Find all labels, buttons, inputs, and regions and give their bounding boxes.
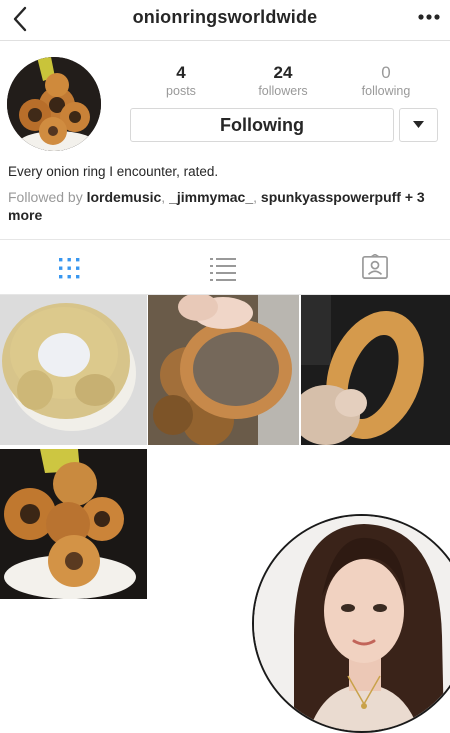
post-image <box>148 295 299 445</box>
grid-icon[interactable] <box>56 255 84 281</box>
following-label: following <box>361 84 411 98</box>
avatar-onion-rings-photo <box>7 57 101 151</box>
following-button[interactable]: Following <box>130 108 394 142</box>
stat-following[interactable]: 0 following <box>341 63 431 98</box>
followed-by-user[interactable]: spunkyasspowerpuff <box>261 189 401 205</box>
profile-bio: Every onion ring I encounter, rated. <box>8 164 219 179</box>
followed-by-user[interactable]: _jimmymac_ <box>169 189 253 205</box>
followed-by-user[interactable]: lordemusic <box>87 189 162 205</box>
posts-count: 4 <box>176 63 186 82</box>
post-thumbnail[interactable] <box>301 295 450 445</box>
followers-count: 24 <box>273 63 293 82</box>
followed-by[interactable]: Followed by lordemusic, _jimmymac_, spun… <box>8 188 428 224</box>
post-image <box>301 295 450 445</box>
followed-by-prefix: Followed by <box>8 189 83 205</box>
tagged-icon[interactable] <box>361 254 389 280</box>
followers-label: followers <box>258 84 308 98</box>
portrait-photo <box>254 516 450 731</box>
stat-followers[interactable]: 24 followers <box>238 63 328 98</box>
avatar[interactable] <box>7 57 101 151</box>
following-count: 0 <box>381 63 391 82</box>
post-thumbnail[interactable] <box>0 449 147 599</box>
profile-username: onionringsworldwide <box>132 7 318 27</box>
ellipsis-icon[interactable] <box>414 6 444 28</box>
post-thumbnail[interactable] <box>148 295 299 445</box>
caret-down-icon <box>413 121 424 128</box>
post-thumbnail[interactable] <box>0 295 147 445</box>
inset-portrait <box>252 514 450 733</box>
suggestions-dropdown-button[interactable] <box>399 108 438 142</box>
post-image <box>0 449 147 599</box>
stat-posts[interactable]: 4 posts <box>136 63 226 98</box>
post-image <box>0 295 147 445</box>
posts-label: posts <box>166 84 196 98</box>
list-icon[interactable] <box>209 256 237 282</box>
